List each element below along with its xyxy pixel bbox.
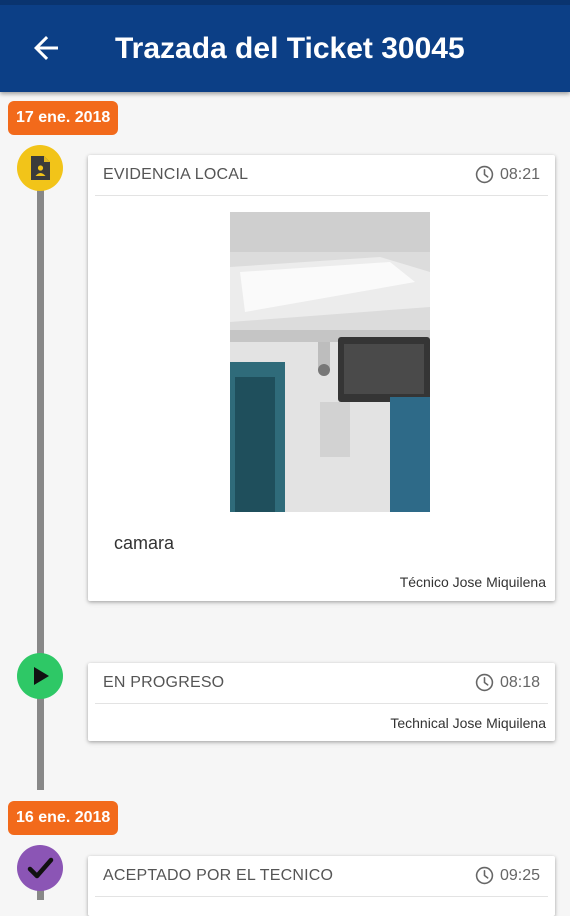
- document-icon: [31, 156, 50, 180]
- event-time-text: 08:21: [499, 165, 540, 183]
- timeline-node-accepted: [17, 845, 63, 891]
- event-status-label: EVIDENCIA LOCAL: [103, 166, 249, 183]
- app-bar: Trazada del Ticket 30045: [0, 0, 570, 92]
- card-header: EN PROGRESO 08:18: [95, 663, 548, 704]
- clock-icon: [475, 165, 494, 184]
- back-button[interactable]: [28, 30, 64, 66]
- event-card-evidence[interactable]: EVIDENCIA LOCAL 08:21 camara Técnico Jos…: [88, 155, 555, 601]
- event-time: 09:25: [475, 866, 540, 885]
- event-time: 08:18: [475, 673, 540, 692]
- ceiling-camera-photo: [230, 212, 430, 512]
- arrow-back-icon: [34, 36, 58, 60]
- event-time: 08:21: [475, 165, 540, 184]
- status-strip: [0, 0, 570, 5]
- event-status-label: EN PROGRESO: [103, 674, 225, 691]
- play-icon: [34, 667, 49, 685]
- card-header: ACEPTADO POR EL TECNICO 09:25: [95, 856, 548, 897]
- card-header: EVIDENCIA LOCAL 08:21: [95, 155, 548, 196]
- timeline-node-progress: [17, 653, 63, 699]
- event-author: Technical Jose Miquilena: [390, 715, 546, 731]
- clock-icon: [475, 673, 494, 692]
- event-time-text: 09:25: [499, 866, 540, 884]
- timeline-node-evidence: [17, 145, 63, 191]
- checkmark-icon: [27, 857, 54, 879]
- event-status-label: ACEPTADO POR EL TECNICO: [103, 867, 334, 884]
- event-card-accepted[interactable]: ACEPTADO POR EL TECNICO 09:25: [88, 856, 555, 916]
- event-card-progress[interactable]: EN PROGRESO 08:18 Technical Jose Miquile…: [88, 663, 555, 741]
- clock-icon: [475, 866, 494, 885]
- event-time-text: 08:18: [499, 673, 540, 691]
- evidence-caption: camara: [114, 533, 175, 553]
- timeline-line: [37, 185, 44, 790]
- date-badge: 16 ene. 2018: [8, 801, 119, 835]
- event-author: Técnico Jose Miquilena: [399, 574, 546, 590]
- evidence-photo[interactable]: [230, 212, 430, 512]
- date-badge: 17 ene. 2018: [8, 101, 119, 135]
- page-title: Trazada del Ticket 30045: [115, 32, 465, 65]
